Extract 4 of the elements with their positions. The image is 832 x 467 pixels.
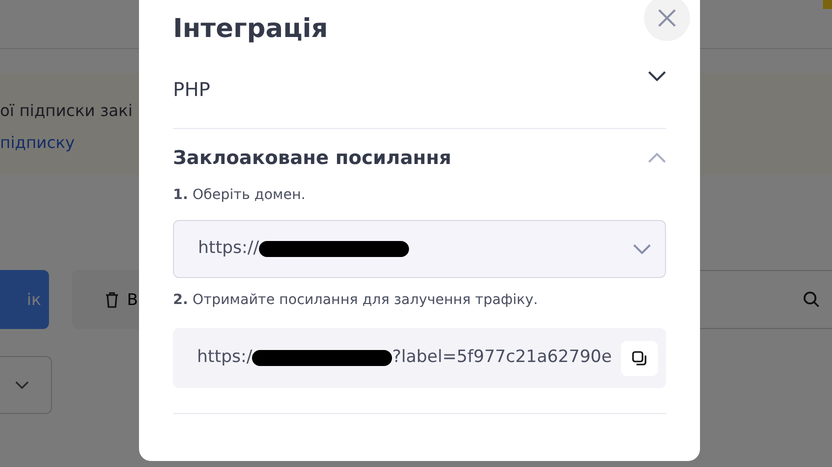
step-instruction: 2. Отримайте посилання для залучення трафіку. (173, 291, 539, 310)
notice-text: ої підписки закі (0, 100, 134, 122)
step-instruction: 1. Оберіть домен. (173, 186, 306, 205)
dialog-title: Інтеграція (173, 13, 329, 46)
